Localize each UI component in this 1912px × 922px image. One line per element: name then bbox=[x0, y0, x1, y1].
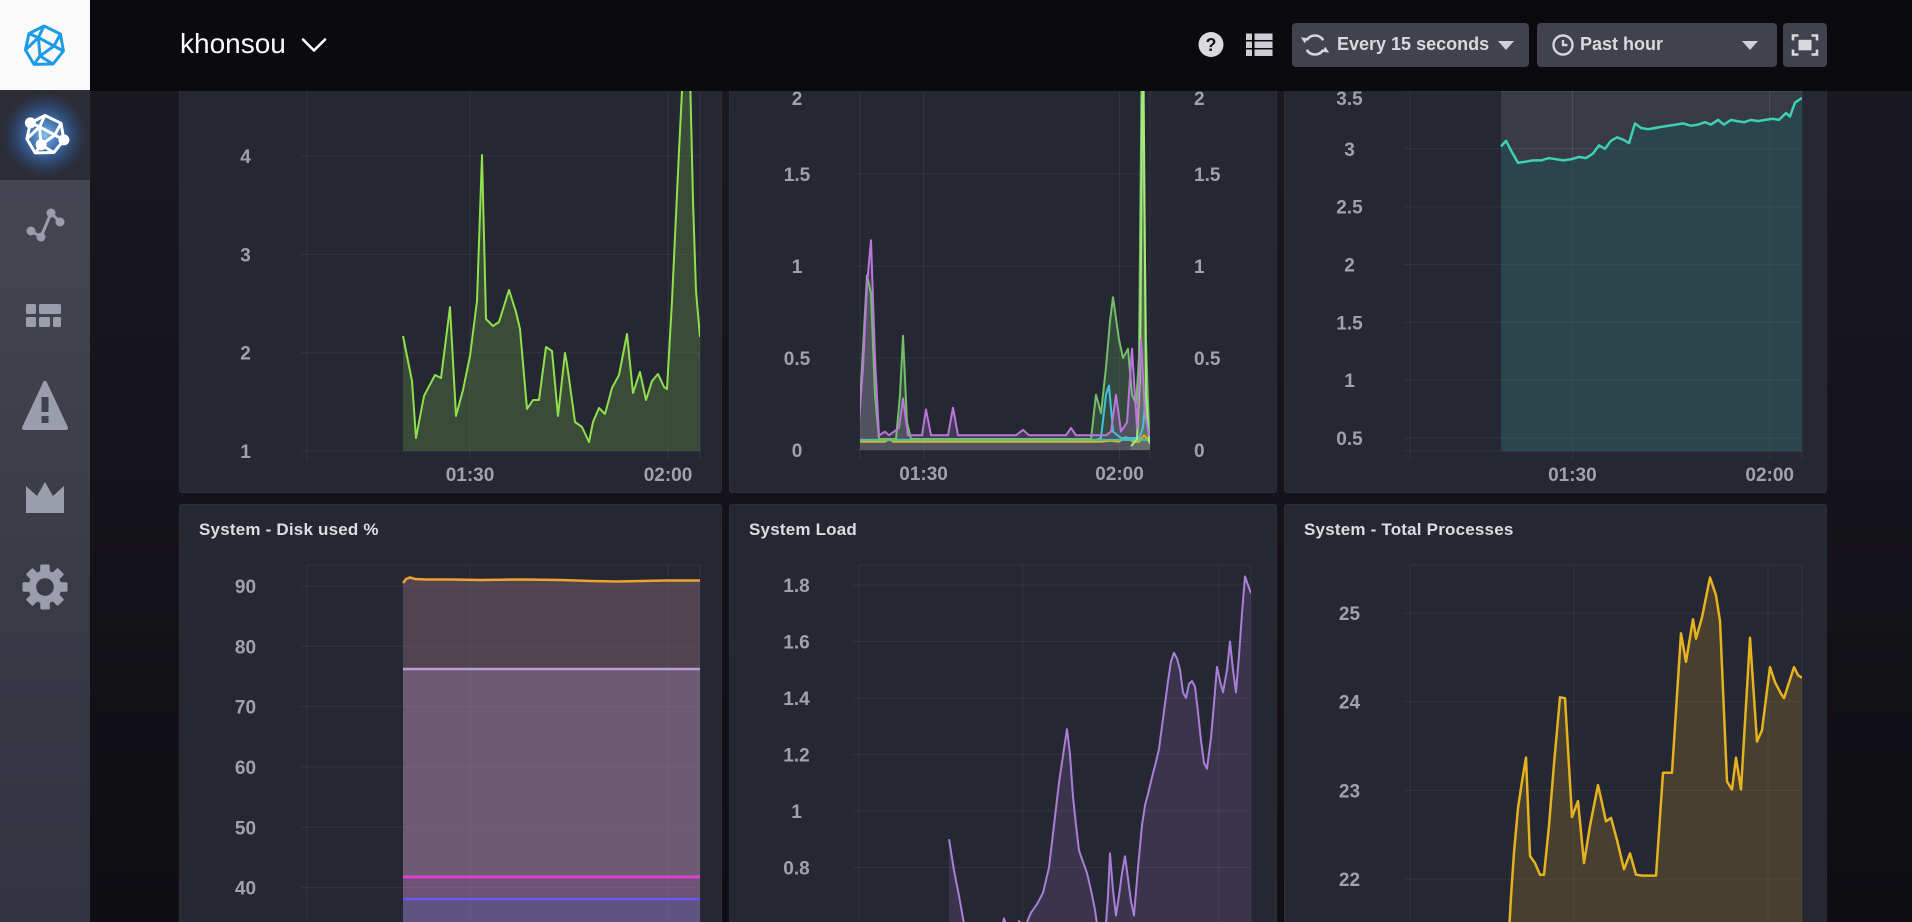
svg-text:01:30: 01:30 bbox=[446, 465, 495, 486]
svg-text:02:00: 02:00 bbox=[1745, 465, 1794, 486]
svg-text:0: 0 bbox=[792, 441, 803, 462]
svg-text:2.5: 2.5 bbox=[1336, 198, 1363, 219]
svg-text:1.8: 1.8 bbox=[783, 576, 809, 597]
svg-text:1.4: 1.4 bbox=[783, 689, 810, 710]
svg-text:2: 2 bbox=[792, 89, 803, 110]
svg-text:1: 1 bbox=[240, 442, 251, 463]
svg-text:0.5: 0.5 bbox=[1194, 349, 1221, 370]
svg-text:3.5: 3.5 bbox=[1336, 89, 1363, 110]
svg-text:22: 22 bbox=[1339, 870, 1360, 891]
svg-text:3: 3 bbox=[240, 245, 251, 266]
svg-text:1: 1 bbox=[1194, 257, 1205, 278]
svg-text:01:30: 01:30 bbox=[1548, 465, 1597, 486]
svg-text:23: 23 bbox=[1339, 781, 1360, 802]
svg-text:50: 50 bbox=[235, 818, 256, 839]
svg-text:70: 70 bbox=[235, 698, 256, 719]
svg-text:0: 0 bbox=[1194, 441, 1205, 462]
svg-text:0.5: 0.5 bbox=[784, 349, 811, 370]
svg-text:90: 90 bbox=[235, 577, 256, 598]
svg-text:80: 80 bbox=[235, 637, 256, 658]
svg-text:1: 1 bbox=[792, 257, 803, 278]
svg-text:2: 2 bbox=[1194, 89, 1205, 110]
svg-text:2: 2 bbox=[240, 344, 251, 365]
svg-text:24: 24 bbox=[1339, 693, 1361, 714]
svg-text:1.6: 1.6 bbox=[783, 633, 809, 654]
svg-text:1.2: 1.2 bbox=[783, 746, 809, 767]
svg-text:?: ? bbox=[1206, 35, 1217, 55]
svg-text:02:00: 02:00 bbox=[644, 465, 693, 486]
svg-text:4: 4 bbox=[240, 147, 251, 168]
svg-text:3: 3 bbox=[1344, 140, 1355, 161]
svg-text:1.5: 1.5 bbox=[784, 165, 811, 186]
svg-text:0.5: 0.5 bbox=[1336, 429, 1363, 450]
svg-text:1: 1 bbox=[1344, 371, 1355, 392]
svg-text:1: 1 bbox=[791, 802, 802, 823]
svg-text:0.8: 0.8 bbox=[783, 859, 809, 880]
svg-text:40: 40 bbox=[235, 879, 256, 900]
svg-text:1.5: 1.5 bbox=[1194, 165, 1221, 186]
svg-text:01:30: 01:30 bbox=[899, 464, 948, 485]
svg-text:25: 25 bbox=[1339, 604, 1361, 625]
svg-text:60: 60 bbox=[235, 758, 256, 779]
svg-text:2: 2 bbox=[1344, 256, 1355, 277]
svg-text:02:00: 02:00 bbox=[1095, 464, 1144, 485]
svg-text:1.5: 1.5 bbox=[1336, 313, 1363, 334]
